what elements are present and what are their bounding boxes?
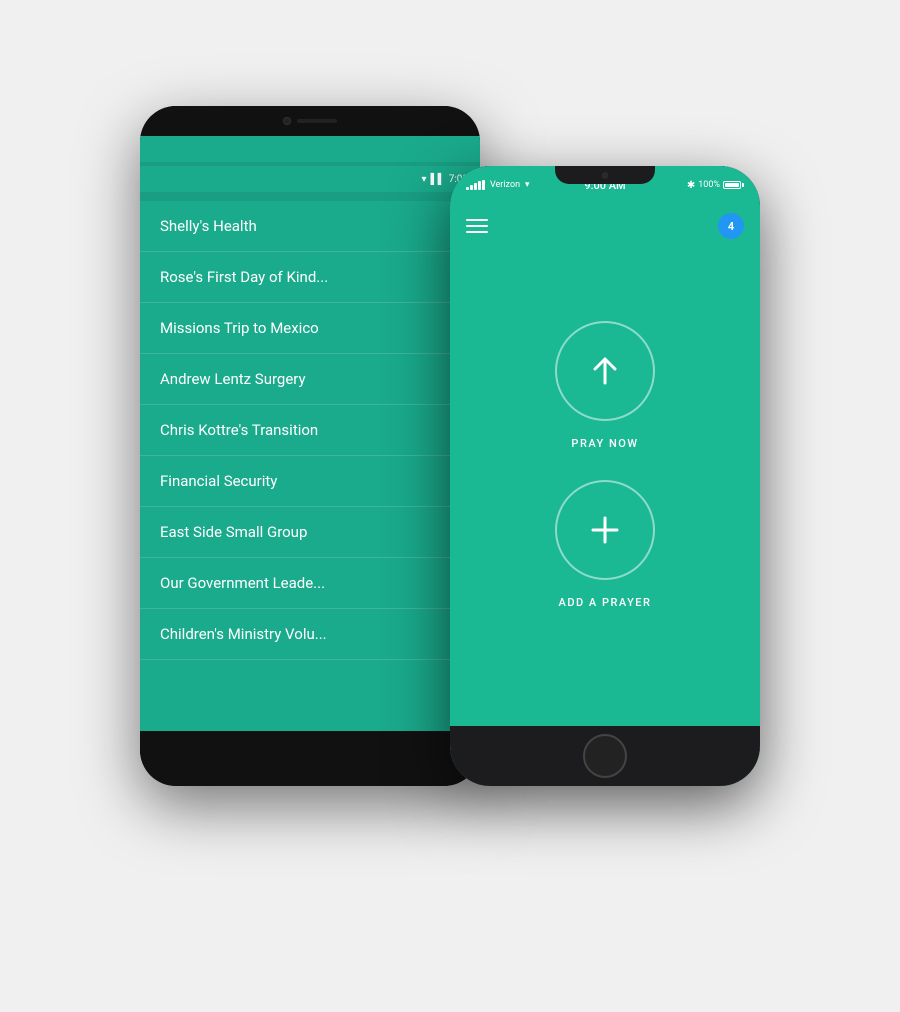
iphone: Verizon ▾ 9:00 AM ✱ 100%: [450, 166, 760, 786]
arrow-up-icon: [583, 349, 627, 393]
signal-strength-icon: [466, 180, 485, 190]
iphone-camera: [602, 172, 609, 179]
prayer-item-text: Chris Kottre's Transition: [160, 421, 318, 439]
back-nav-button[interactable]: [182, 744, 212, 774]
add-prayer-section: ADD A PRAYER: [555, 480, 655, 609]
prayer-item-text: Rose's First Day of Kind...: [160, 268, 328, 286]
list-item[interactable]: Our Government Leade...: [140, 558, 480, 609]
battery-percentage: 100%: [698, 180, 720, 190]
add-prayer-button[interactable]: [555, 480, 655, 580]
pray-now-section: PRAY NOW: [555, 321, 655, 450]
prayer-item-text: Our Government Leade...: [160, 574, 325, 592]
wifi-icon: ▾: [525, 180, 530, 190]
android-prayer-list: Shelly's Health Rose's First Day of Kind…: [140, 201, 480, 660]
list-item[interactable]: Chris Kottre's Transition: [140, 405, 480, 456]
battery-icon: [723, 181, 744, 189]
list-item[interactable]: Children's Ministry Volu...: [140, 609, 480, 660]
android-status-bar: ▾ ▌▌ 7:00: [140, 166, 480, 192]
home-button[interactable]: [583, 734, 627, 778]
home-nav-button[interactable]: [295, 744, 325, 774]
android-notch: [240, 114, 380, 128]
recent-apps-button[interactable]: [408, 744, 438, 774]
signal-icon: ▌▌: [431, 174, 445, 185]
prayer-item-text: Children's Ministry Volu...: [160, 625, 327, 643]
wifi-icon: ▾: [422, 174, 427, 185]
scene: ▾ ▌▌ 7:00 ← MY PRAYERS Shelly's Health R…: [140, 76, 760, 936]
pray-now-label: PRAY NOW: [571, 437, 638, 450]
carrier-name: Verizon: [490, 180, 520, 190]
list-item[interactable]: Missions Trip to Mexico: [140, 303, 480, 354]
android-speaker: [297, 119, 337, 123]
android-phone: ▾ ▌▌ 7:00 ← MY PRAYERS Shelly's Health R…: [140, 106, 480, 786]
prayer-item-text: Shelly's Health: [160, 217, 257, 235]
prayer-item-text: Financial Security: [160, 472, 277, 490]
iphone-status-left: Verizon ▾: [466, 180, 530, 190]
iphone-home-area: [450, 726, 760, 786]
iphone-main-content: PRAY NOW ADD A PRAYER: [450, 204, 760, 726]
android-camera: [283, 117, 291, 125]
list-item[interactable]: Shelly's Health: [140, 201, 480, 252]
add-prayer-label: ADD A PRAYER: [559, 596, 652, 609]
android-screen: ▾ ▌▌ 7:00 ← MY PRAYERS Shelly's Health R…: [140, 136, 480, 731]
list-item[interactable]: Rose's First Day of Kind...: [140, 252, 480, 303]
iphone-screen: Verizon ▾ 9:00 AM ✱ 100%: [450, 166, 760, 786]
list-item[interactable]: Andrew Lentz Surgery: [140, 354, 480, 405]
pray-now-button[interactable]: [555, 321, 655, 421]
android-navbar: [140, 731, 480, 786]
list-item[interactable]: East Side Small Group: [140, 507, 480, 558]
bluetooth-icon: ✱: [687, 180, 695, 191]
prayer-item-text: East Side Small Group: [160, 523, 307, 541]
iphone-status-right: ✱ 100%: [687, 180, 744, 191]
prayer-item-text: Missions Trip to Mexico: [160, 319, 319, 337]
list-item[interactable]: Financial Security: [140, 456, 480, 507]
prayer-item-text: Andrew Lentz Surgery: [160, 370, 306, 388]
plus-icon: [583, 508, 627, 552]
